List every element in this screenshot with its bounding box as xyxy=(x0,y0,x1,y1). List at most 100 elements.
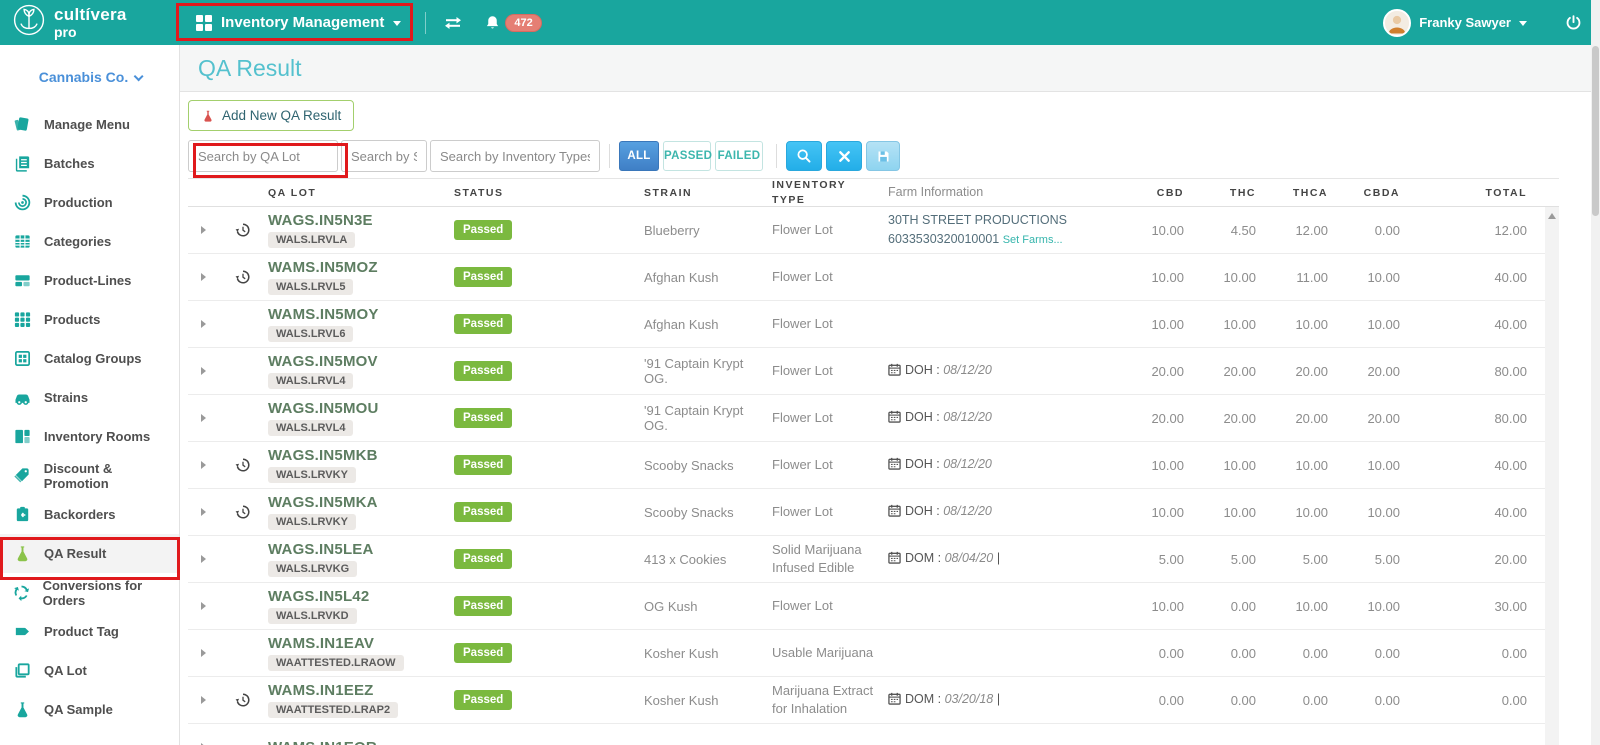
expand-caret-icon[interactable] xyxy=(200,461,206,469)
strain-cell: '91 Captain Krypt OG. xyxy=(644,403,744,433)
sidebar-item-inventory-rooms[interactable]: Inventory Rooms xyxy=(0,417,179,456)
date-label: DOH : xyxy=(905,409,944,424)
thca-cell: 11.00 xyxy=(1296,269,1328,285)
status-badge: Passed xyxy=(454,314,513,334)
filter-toolbar: ALL PASSED FAILED xyxy=(188,139,1600,173)
qa-lot-link[interactable]: WAMS.IN5MOY xyxy=(268,306,379,323)
qa-lot-link[interactable]: WAGS.IN5L42 xyxy=(268,588,369,605)
calendar-icon xyxy=(888,504,901,523)
bell-icon xyxy=(487,15,499,28)
qa-lot-link[interactable]: WAMS.IN1EEZ xyxy=(268,682,374,699)
qa-lot-link[interactable]: WAGS.IN5MOV xyxy=(268,353,378,370)
total-cell: 40.00 xyxy=(1494,269,1527,285)
sidebar-item-strains[interactable]: Strains xyxy=(0,378,179,417)
search-inventory-types-input[interactable] xyxy=(430,140,600,172)
qa-lot-link[interactable]: WAMS.IN1EAV xyxy=(268,635,374,652)
expand-caret-icon[interactable] xyxy=(200,602,206,610)
qa-lot-link[interactable]: WAGS.IN5MKA xyxy=(268,494,378,511)
company-selector[interactable]: Cannabis Co. xyxy=(0,45,179,99)
notifications-button[interactable]: 472 xyxy=(474,13,551,32)
expand-caret-icon[interactable] xyxy=(200,555,206,563)
user-menu[interactable]: Franky Sawyer xyxy=(1383,8,1541,37)
products-icon xyxy=(11,310,33,329)
history-icon[interactable] xyxy=(235,457,251,473)
page-scrollbar-thumb[interactable] xyxy=(1592,46,1599,216)
status-badge: Passed xyxy=(454,690,513,710)
qa-result-flask-icon xyxy=(11,544,33,563)
thca-cell: 20.00 xyxy=(1295,363,1328,379)
qa-lot-link[interactable]: WAGS.IN5LEA xyxy=(268,541,374,558)
search-button[interactable] xyxy=(786,141,822,171)
qa-lot-link[interactable]: WAMS.IN1EOR xyxy=(268,739,377,745)
filter-failed-button[interactable]: FAILED xyxy=(715,141,763,171)
date-label: DOH : xyxy=(905,456,944,471)
sidebar-nav: Manage Menu Batches Production Categorie… xyxy=(0,105,179,729)
expand-caret-icon[interactable] xyxy=(200,226,206,234)
sidebar-item-qa-sample[interactable]: QA Sample xyxy=(0,690,179,729)
strains-icon xyxy=(11,388,33,407)
qa-lot-link[interactable]: WAGS.IN5MKB xyxy=(268,447,378,464)
app-menu-selector[interactable]: Inventory Management xyxy=(180,0,419,45)
recycle-icon xyxy=(11,583,32,602)
set-farms-link[interactable]: Set Farms... xyxy=(1003,234,1063,246)
expand-caret-icon[interactable] xyxy=(200,649,206,657)
qa-lot-link[interactable]: WAMS.IN5MOZ xyxy=(268,259,378,276)
qa-lot-icon xyxy=(11,661,33,680)
qa-lot-link[interactable]: WAGS.IN5N3E xyxy=(268,212,373,229)
sidebar-item-qa-lot[interactable]: QA Lot xyxy=(0,651,179,690)
sidebar-item-manage-menu[interactable]: Manage Menu xyxy=(0,105,179,144)
strain-cell: Blueberry xyxy=(644,222,700,238)
filter-all-button[interactable]: ALL xyxy=(619,141,659,171)
sidebar-item-catalog-groups[interactable]: Catalog Groups xyxy=(0,339,179,378)
expand-caret-icon[interactable] xyxy=(200,320,206,328)
sidebar-item-product-tag[interactable]: Product Tag xyxy=(0,612,179,651)
sidebar-item-batches[interactable]: Batches xyxy=(0,144,179,183)
qa-lot-sub-badge: WALS.LRVKY xyxy=(268,514,356,530)
strain-cell: 413 x Cookies xyxy=(644,551,727,567)
cbda-cell: 10.00 xyxy=(1367,598,1400,614)
sidebar-item-discount-promotion[interactable]: Discount & Promotion xyxy=(0,456,179,495)
inventory-rooms-icon xyxy=(11,427,33,446)
brand-logo[interactable]: cultívera pro xyxy=(0,4,180,41)
transfer-button[interactable] xyxy=(432,0,474,45)
thc-cell: 20.00 xyxy=(1223,410,1256,426)
expand-caret-icon[interactable] xyxy=(200,508,206,516)
page-scrollbar[interactable] xyxy=(1591,0,1600,745)
sidebar-item-product-lines[interactable]: Product-Lines xyxy=(0,261,179,300)
qa-lot-link[interactable]: WAGS.IN5MOU xyxy=(268,400,379,417)
save-button[interactable] xyxy=(866,141,900,171)
history-icon[interactable] xyxy=(235,504,251,520)
sidebar-item-conversions-for-orders[interactable]: Conversions for Orders xyxy=(0,573,179,612)
history-icon[interactable] xyxy=(235,269,251,285)
table-scrollbar[interactable] xyxy=(1545,207,1559,745)
clear-search-button[interactable] xyxy=(826,141,862,171)
sidebar-item-production[interactable]: Production xyxy=(0,183,179,222)
history-icon[interactable] xyxy=(235,692,251,708)
search-strain-input[interactable] xyxy=(341,140,427,172)
swap-arrows-icon xyxy=(445,16,462,29)
sidebar-item-products[interactable]: Products xyxy=(0,300,179,339)
qa-lot-sub-badge: WALS.LRVKG xyxy=(268,561,358,577)
scroll-up-arrow-icon[interactable] xyxy=(1548,213,1556,219)
date-value: 08/04/20 xyxy=(944,550,994,565)
history-icon[interactable] xyxy=(235,222,251,238)
filter-passed-button[interactable]: PASSED xyxy=(663,141,712,171)
inventory-type-cell: Flower Lot xyxy=(772,598,833,614)
table-row: WAGS.IN5L42 WALS.LRVKD Passed OG Kush Flower… xyxy=(188,583,1559,630)
expand-caret-icon[interactable] xyxy=(200,414,206,422)
search-qa-lot-input[interactable] xyxy=(188,140,338,172)
expand-caret-icon[interactable] xyxy=(200,696,206,704)
sidebar-item-backorders[interactable]: Backorders xyxy=(0,495,179,534)
thc-cell: 20.00 xyxy=(1223,363,1256,379)
add-new-qa-result-button[interactable]: Add New QA Result xyxy=(188,100,355,131)
table-row: WAMS.IN5MOZ WALS.LRVL5 Passed Afghan Kush Fl… xyxy=(188,254,1559,301)
total-cell: 40.00 xyxy=(1494,504,1527,520)
total-cell: 0.00 xyxy=(1501,645,1527,661)
inventory-type-cell: Flower Lot xyxy=(772,504,833,520)
sidebar-item-qa-result[interactable]: QA Result xyxy=(0,534,179,573)
sidebar-item-categories[interactable]: Categories xyxy=(0,222,179,261)
chevron-down-icon xyxy=(393,21,402,26)
date-value: 08/12/20 xyxy=(943,503,992,518)
expand-caret-icon[interactable] xyxy=(200,273,206,281)
expand-caret-icon[interactable] xyxy=(200,367,206,375)
